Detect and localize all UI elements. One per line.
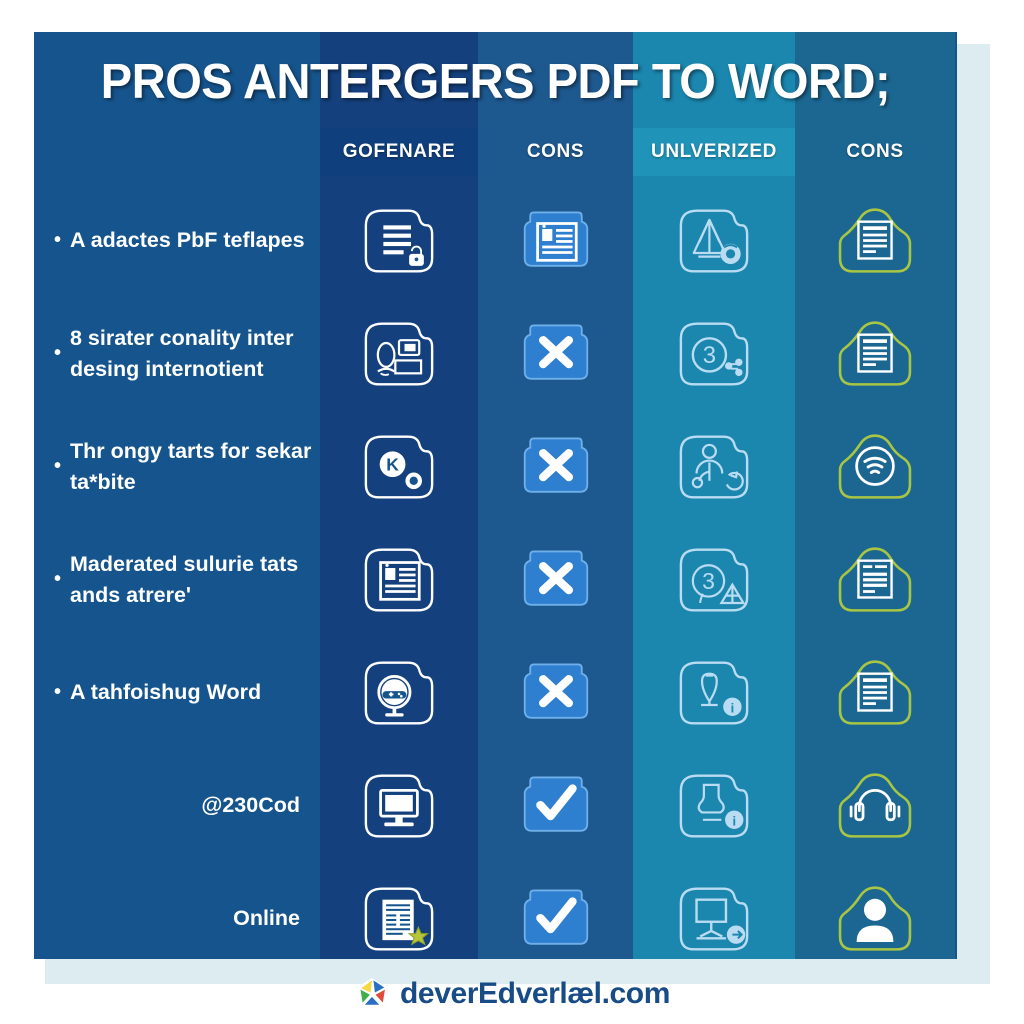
presentation-board-icon — [668, 877, 760, 960]
person-presentation-icon — [353, 312, 445, 396]
table-cell — [478, 523, 633, 636]
table-cell — [478, 636, 633, 749]
svg-text:i: i — [732, 813, 736, 828]
cross-x-icon — [510, 651, 602, 735]
flask-info-icon: i — [668, 764, 760, 848]
svg-text:3: 3 — [703, 342, 716, 369]
svg-text:3: 3 — [702, 568, 715, 594]
cross-x-icon — [510, 538, 602, 622]
row-label-text: @230Cod — [201, 793, 300, 818]
column-header-unlverized: UNLVERIZED — [633, 128, 795, 176]
table-cell: K — [320, 410, 478, 523]
footer: deverEdverlæl.com — [0, 963, 1024, 1024]
column-header-gofenare: GOFENARE — [320, 128, 478, 176]
table-cell — [633, 410, 795, 523]
pinwheel-logo-icon — [356, 977, 388, 1007]
column-header-cons-1: CONS — [478, 128, 633, 176]
table-cell: 3 — [633, 523, 795, 636]
gamepad-globe-icon — [353, 651, 445, 735]
document-form-icon — [829, 538, 921, 622]
table-cell: i — [633, 749, 795, 862]
monitor-screen-icon — [353, 764, 445, 848]
number-three-upload-icon: 3 — [668, 538, 760, 622]
table-row: • 8 sirater conality inter desing interno… — [34, 297, 957, 410]
table-cell — [795, 523, 955, 636]
table-cell — [795, 862, 955, 959]
table-cell: 3 — [633, 297, 795, 410]
bullet-icon: • — [54, 229, 62, 252]
table-row: Online — [34, 862, 957, 959]
table-cell: i — [633, 636, 795, 749]
check-mark-icon — [510, 877, 602, 960]
table-cell — [633, 184, 795, 297]
row-label: @230Cod — [46, 749, 318, 862]
table-cell — [795, 297, 955, 410]
document-text-icon — [829, 651, 921, 735]
row-label-text: Maderated sulurie tats ands atrereʹ — [70, 551, 299, 607]
table-cell — [633, 862, 795, 959]
triangle-arrow-sync-icon — [668, 199, 760, 283]
news-layout-icon — [353, 538, 445, 622]
infographic-panel: PROS ANTERGERS PDF TO WORD; GOFENARE CON… — [34, 32, 957, 959]
row-label: • Maderated sulurie tats ands atrereʹ — [46, 523, 318, 636]
table-row: @230Cod i — [34, 749, 957, 862]
row-label: • Thr ongy tarts for sekar ta*bite — [46, 410, 318, 523]
column-header-row: GOFENARE CONS UNLVERIZED CONS — [34, 128, 957, 176]
user-avatar-icon — [829, 877, 921, 960]
table-cell — [320, 636, 478, 749]
row-label: • A tahfoishug Word — [46, 636, 318, 749]
k-circle-badge-icon: K — [353, 425, 445, 509]
row-label-text: A tahfoishug Word — [70, 680, 262, 705]
row-label-text: A adactes PbF teflapes — [70, 228, 305, 253]
row-label: Online — [46, 862, 318, 959]
table-row: • A adactes PbF teflapes — [34, 184, 957, 297]
row-label-text: Thr ongy tarts for sekar ta*bite — [70, 438, 312, 494]
check-mark-icon — [510, 764, 602, 848]
row-label: • 8 sirater conality inter desing interno… — [46, 297, 318, 410]
column-header-cons-2: CONS — [795, 128, 955, 176]
bullet-icon: • — [54, 568, 62, 591]
table-cell — [320, 862, 478, 959]
document-text-icon — [829, 199, 921, 283]
bullet-icon: • — [54, 455, 62, 478]
row-label-text: Online — [233, 906, 300, 931]
svg-text:K: K — [386, 454, 399, 474]
table-cell — [320, 184, 478, 297]
document-lines-lock-icon — [353, 199, 445, 283]
table-cell — [795, 410, 955, 523]
row-label-text: 8 sirater conality inter desing internot… — [70, 325, 294, 381]
news-layout-icon — [510, 199, 602, 283]
table-cell — [478, 862, 633, 959]
table-cell — [795, 184, 955, 297]
table-cell — [478, 749, 633, 862]
comparison-rows: • A adactes PbF teflapes • 8 sirater conali… — [34, 184, 957, 959]
bullet-icon: • — [54, 681, 62, 704]
bullet-icon: • — [54, 342, 62, 365]
table-cell — [478, 410, 633, 523]
table-cell — [478, 297, 633, 410]
table-cell — [478, 184, 633, 297]
cross-x-icon — [510, 312, 602, 396]
page-title: PROS ANTERGERS PDF TO WORD; — [100, 55, 891, 109]
table-row: • A tahfoishug Word i — [34, 636, 957, 749]
svg-text:i: i — [731, 700, 735, 715]
number-three-share-icon: 3 — [668, 312, 760, 396]
invoice-star-icon — [353, 877, 445, 960]
table-cell — [795, 636, 955, 749]
table-row: • Thr ongy tarts for sekar ta*bite K — [34, 410, 957, 523]
table-row: • Maderated sulurie tats ands atrereʹ 3 — [34, 523, 957, 636]
table-cell — [795, 749, 955, 862]
table-cell — [320, 749, 478, 862]
person-refresh-icon — [668, 425, 760, 509]
table-cell — [320, 523, 478, 636]
table-cell — [320, 297, 478, 410]
row-label: • A adactes PbF teflapes — [46, 184, 318, 297]
headphones-support-icon — [829, 764, 921, 848]
cross-x-icon — [510, 425, 602, 509]
document-text-icon — [829, 312, 921, 396]
lamp-info-icon: i — [668, 651, 760, 735]
wifi-circle-icon — [829, 425, 921, 509]
footer-brand: deverEdverlæl.com — [400, 976, 670, 1010]
